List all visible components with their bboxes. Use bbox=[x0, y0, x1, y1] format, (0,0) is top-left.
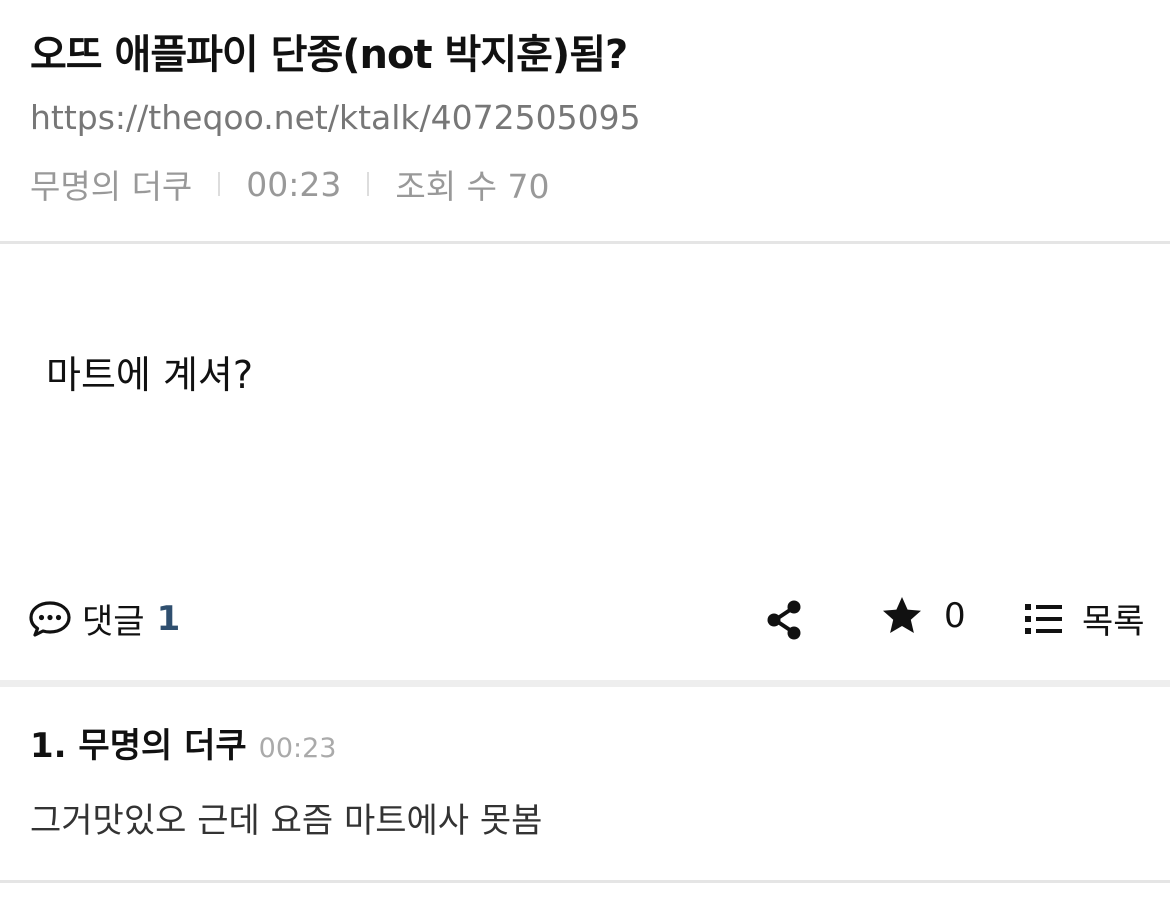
post-title: 오뜨 애플파이 단종(not 박지훈)됨? bbox=[30, 32, 628, 78]
comment-time: 00:23 bbox=[258, 733, 337, 764]
comment-header: 1. 무명의 더쿠 00:23 bbox=[30, 718, 1140, 767]
list-label: 목록 bbox=[1082, 602, 1145, 642]
speech-bubble-icon bbox=[29, 600, 71, 637]
comments-divider bbox=[0, 680, 1170, 687]
comment-item: 1. 무명의 더쿠 00:23 그거맛있오 근데 요즘 마트에사 못봄 bbox=[30, 718, 1140, 842]
post-body: 마트에 계셔? bbox=[46, 353, 254, 397]
comment-author[interactable]: 1. 무명의 더쿠 bbox=[30, 718, 247, 767]
comment-label: 댓글 bbox=[82, 602, 145, 642]
list-icon bbox=[1025, 603, 1062, 634]
header-divider bbox=[0, 241, 1170, 244]
meta-separator bbox=[218, 172, 221, 196]
star-count: 0 bbox=[944, 596, 966, 636]
post-views: 조회 수 70 bbox=[395, 167, 550, 206]
comment-count: 1 bbox=[156, 598, 181, 639]
share-icon[interactable] bbox=[764, 598, 804, 642]
post-time: 00:23 bbox=[246, 164, 342, 204]
post-url-link[interactable]: https://theqoo.net/ktalk/4072505095 bbox=[30, 98, 641, 137]
comment-text: 그거맛있오 근데 요즘 마트에사 못봄 bbox=[30, 801, 543, 841]
comment-count-button[interactable]: 댓글 1 bbox=[28, 594, 180, 643]
star-icon bbox=[883, 597, 921, 633]
bottom-divider bbox=[0, 880, 1170, 883]
meta-separator bbox=[367, 172, 370, 196]
list-button[interactable]: 목록 bbox=[1024, 594, 1145, 643]
post-header: 오뜨 애플파이 단종(not 박지훈)됨? https://theqoo.net… bbox=[0, 0, 1170, 242]
post-author[interactable]: 무명의 더쿠 bbox=[30, 160, 192, 208]
post-action-bar: 댓글 1 0 목록 bbox=[0, 590, 1170, 650]
star-button[interactable]: 0 bbox=[880, 594, 966, 638]
post-meta: 무명의 더쿠 00:23 조회 수 70 bbox=[30, 160, 549, 208]
